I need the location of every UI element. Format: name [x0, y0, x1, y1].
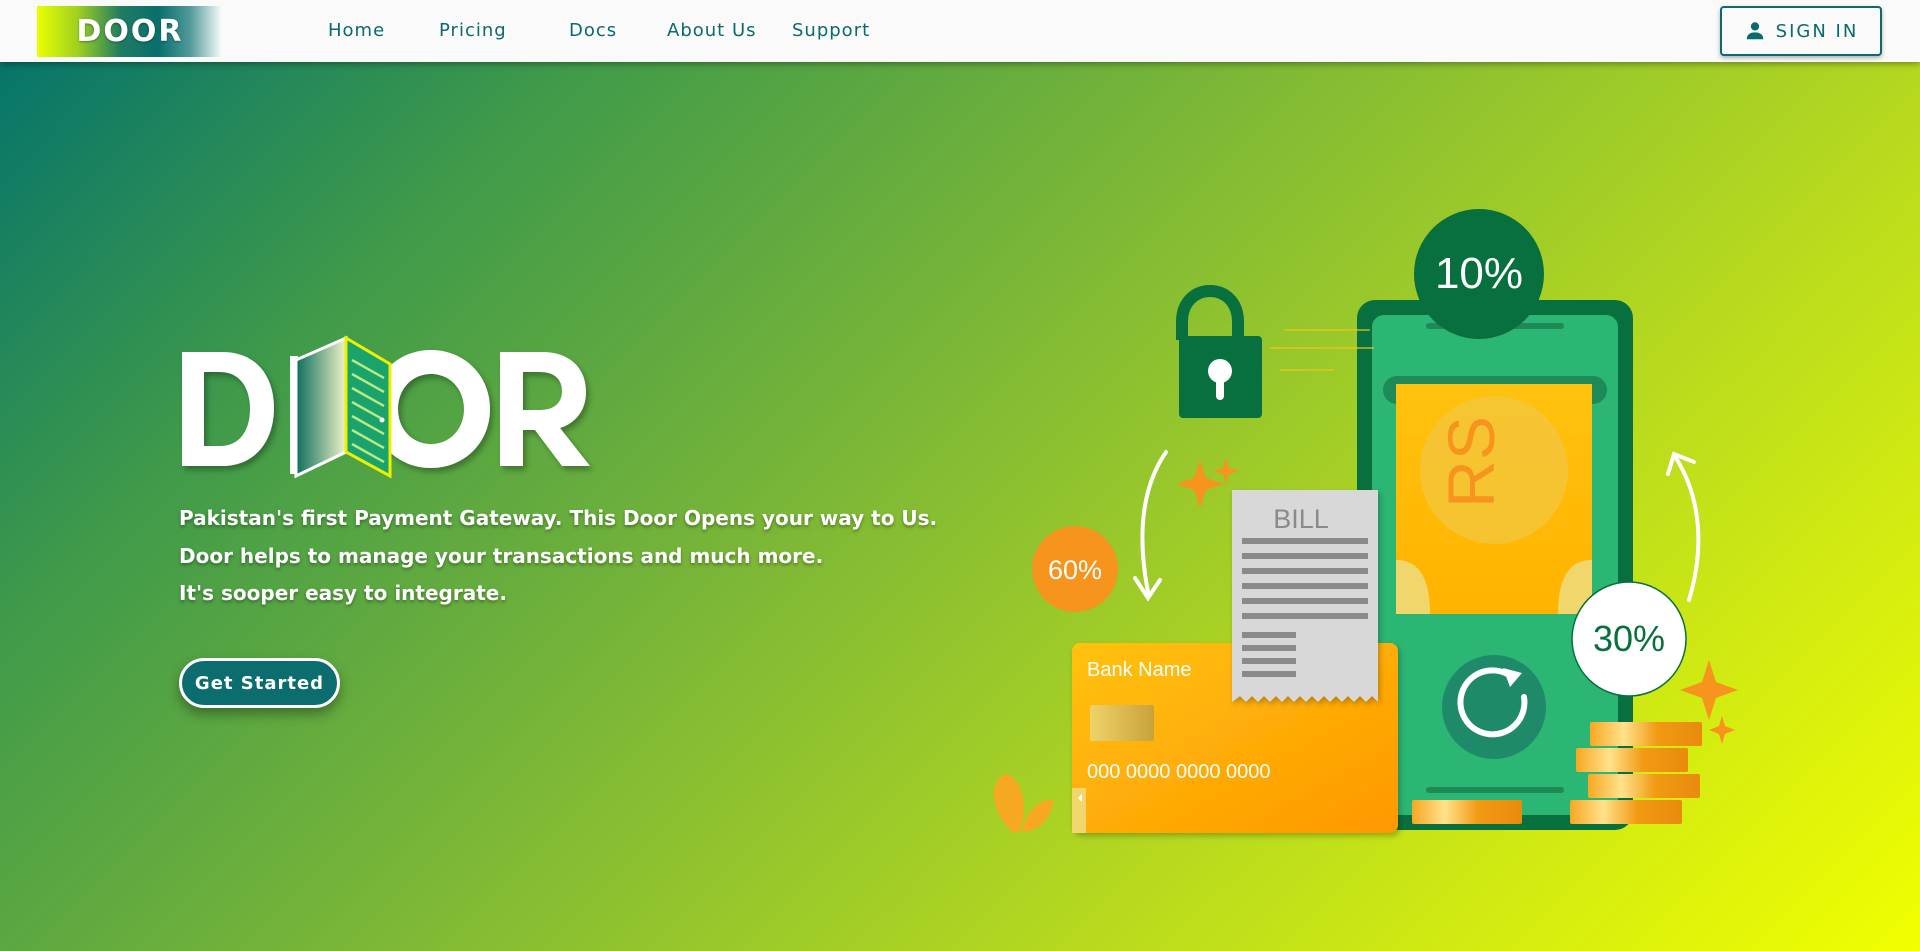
leaf-icon	[993, 774, 1054, 832]
hero-door-logo	[182, 335, 590, 479]
svg-text:60%: 60%	[1048, 555, 1102, 585]
door-icon	[290, 335, 392, 479]
nav-about-us[interactable]: About Us	[667, 20, 757, 41]
hero-tagline: Pakistan's first Payment Gateway. This D…	[179, 500, 939, 613]
get-started-button[interactable]: Get Started	[179, 658, 340, 708]
sign-in-button[interactable]: SIGN IN	[1720, 6, 1882, 56]
tagline-line-2: Door helps to manage your transactions a…	[179, 543, 824, 568]
tagline-line-3: It's sooper easy to integrate.	[179, 581, 507, 605]
bill-label: BILL	[1273, 504, 1329, 534]
card-number: 000 0000 0000 0000	[1087, 761, 1271, 783]
card-bank-name: Bank Name	[1087, 659, 1192, 681]
brand-logo-text: DOOR	[76, 14, 184, 49]
svg-text:10%: 10%	[1435, 249, 1523, 298]
sign-in-label: SIGN IN	[1775, 20, 1859, 42]
payment-illustration: RS 10% 60% Bank Name 000 0000 0000 0000 …	[980, 190, 1760, 850]
nav-home[interactable]: Home	[328, 20, 385, 41]
svg-text:30%: 30%	[1593, 618, 1665, 659]
nav-pricing[interactable]: Pricing	[439, 20, 507, 41]
tagline-line-1: Pakistan's first Payment Gateway. This D…	[179, 506, 938, 530]
person-icon	[1746, 22, 1763, 40]
nav-docs[interactable]: Docs	[569, 20, 617, 41]
top-navbar: DOOR Home Pricing Docs About Us Support …	[0, 0, 1920, 62]
nav-support[interactable]: Support	[792, 20, 870, 41]
get-started-label: Get Started	[194, 672, 325, 694]
lock-icon	[1176, 284, 1262, 418]
brand-logo[interactable]: DOOR	[37, 6, 223, 57]
card-chip	[1090, 705, 1154, 741]
currency-label: RS	[1434, 416, 1508, 508]
